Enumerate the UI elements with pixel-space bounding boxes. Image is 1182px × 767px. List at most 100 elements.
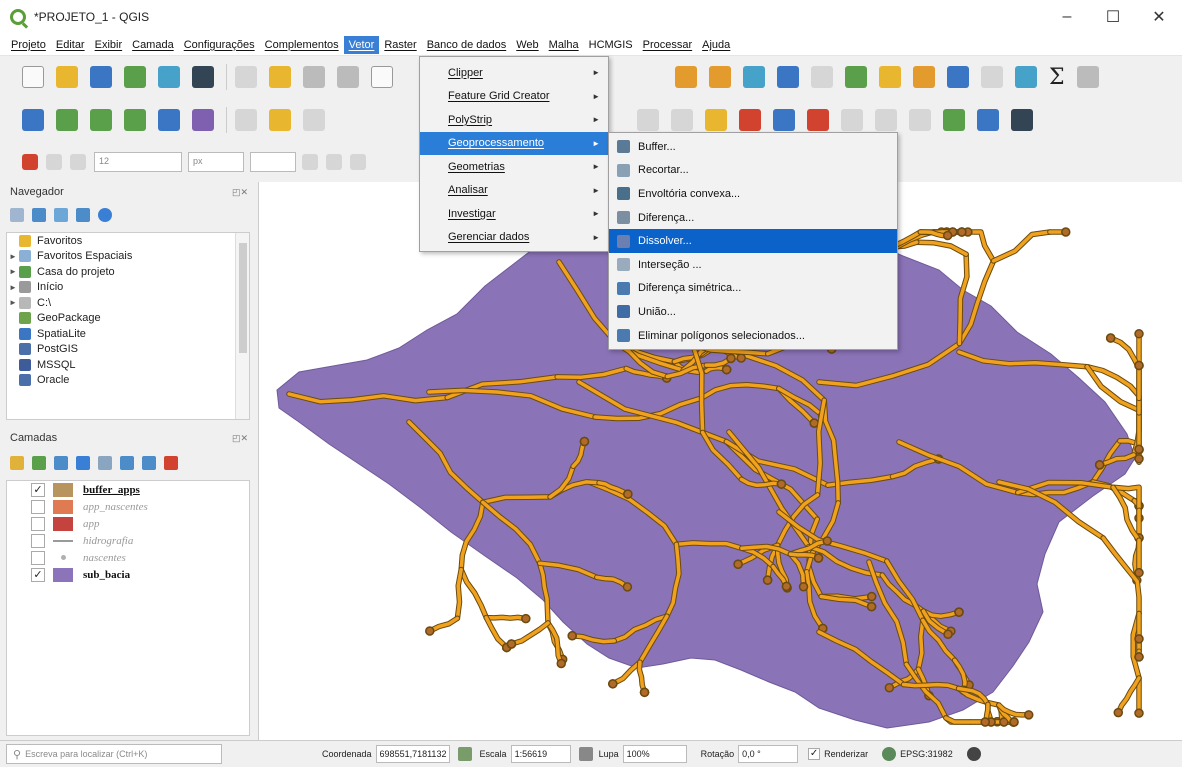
vetor-menu-analisar[interactable]: Analisar ► <box>420 179 608 203</box>
rotate-label-icon[interactable] <box>807 109 829 131</box>
render-checkbox[interactable]: ✓ <box>808 748 821 760</box>
new-project-icon[interactable] <box>22 66 44 88</box>
layer-visibility-checkbox[interactable] <box>31 550 45 565</box>
select-by-value-icon[interactable] <box>845 66 867 88</box>
maximize-button[interactable]: ☐ <box>1090 0 1136 34</box>
open-styling-icon[interactable] <box>10 456 24 470</box>
layer-visibility-checkbox[interactable] <box>31 516 45 531</box>
filter-expression-icon[interactable] <box>98 456 112 470</box>
save-edits-icon[interactable] <box>303 109 325 131</box>
refresh-icon[interactable] <box>743 66 765 88</box>
menu-exibir[interactable]: Exibir <box>90 36 128 54</box>
menu-processar[interactable]: Processar <box>638 36 698 54</box>
zoom-out-icon[interactable] <box>337 66 359 88</box>
layer-item[interactable]: hidrografia <box>7 532 249 549</box>
new-geopackage-layer-icon[interactable] <box>56 109 78 131</box>
help-icon[interactable] <box>1011 109 1033 131</box>
vetor-menu-clipper[interactable]: Clipper ► <box>420 61 608 85</box>
manage-visibility-icon[interactable] <box>54 456 68 470</box>
save-project-icon[interactable] <box>90 66 112 88</box>
add-group-icon[interactable] <box>32 456 46 470</box>
zoom-last-icon[interactable] <box>709 66 731 88</box>
crs-globe-icon[interactable] <box>882 747 897 761</box>
menu-ajuda[interactable]: Ajuda <box>697 36 735 54</box>
intersection-snap-icon[interactable] <box>350 154 366 170</box>
geo-menu-recortar[interactable]: Recortar... <box>609 159 897 183</box>
expand-all-icon[interactable] <box>120 456 134 470</box>
move-label-icon[interactable] <box>773 109 795 131</box>
navigator-item[interactable]: ► C:\ <box>7 295 249 311</box>
filter-icon[interactable] <box>54 208 68 222</box>
navigator-item[interactable]: SpatiaLite <box>7 326 249 342</box>
filter-legend-icon[interactable] <box>76 456 90 470</box>
menu-hcmgis[interactable]: HCMGIS <box>584 36 638 54</box>
panel-dock-controls[interactable]: ◰✕ <box>232 187 248 198</box>
menu-projeto[interactable]: Projeto <box>6 36 51 54</box>
menu-camada[interactable]: Camada <box>127 36 179 54</box>
menu-malha[interactable]: Malha <box>544 36 584 54</box>
navigator-item[interactable]: Favoritos <box>7 233 249 249</box>
layer-visibility-checkbox[interactable]: ✓ <box>31 482 45 497</box>
geo-menu-envoltoria-convexa[interactable]: Envoltória convexa... <box>609 182 897 206</box>
crs-label[interactable]: EPSG:31982 <box>900 749 953 759</box>
menu-raster[interactable]: Raster <box>379 36 421 54</box>
navigator-item[interactable]: Oracle <box>7 373 249 389</box>
show-labels-icon[interactable] <box>875 109 897 131</box>
info-icon[interactable] <box>98 208 112 222</box>
lock-icon[interactable] <box>578 747 593 761</box>
layer-visibility-checkbox[interactable] <box>31 499 45 514</box>
identify-icon[interactable] <box>777 66 799 88</box>
locator-search-input[interactable]: ⚲ Escreva para localizar (Ctrl+K) <box>6 744 222 764</box>
geo-menu-diferenca-simetrica[interactable]: Diferença simétrica... <box>609 277 897 301</box>
coordinate-field[interactable]: 698551,7181132 <box>375 745 450 763</box>
minimize-button[interactable]: – <box>1044 0 1090 34</box>
label-tool-icon[interactable] <box>637 109 659 131</box>
rotation-field[interactable]: 0,0 ° <box>738 745 799 763</box>
change-label-icon[interactable] <box>841 109 863 131</box>
field-calculator-icon[interactable] <box>913 66 935 88</box>
close-button[interactable]: ✕ <box>1136 0 1182 34</box>
layer-item[interactable]: app_nascentes <box>7 498 249 515</box>
select-icon[interactable] <box>811 66 833 88</box>
add-raster-layer-icon[interactable] <box>124 109 146 131</box>
vetor-menu-gerenciar-dados[interactable]: Gerenciar dados ► <box>420 226 608 250</box>
vetor-menu-polystrip[interactable]: PolyStrip ► <box>420 108 608 132</box>
pan-icon[interactable] <box>235 66 257 88</box>
layer-visibility-checkbox[interactable] <box>31 533 45 548</box>
magnifier-field[interactable]: 100% <box>622 745 687 763</box>
collapse-all-icon[interactable] <box>142 456 156 470</box>
zoom-layer-icon[interactable] <box>675 66 697 88</box>
geo-menu-dissolver[interactable]: Dissolver... <box>609 229 897 253</box>
open-project-icon[interactable] <box>56 66 78 88</box>
toggle-editing-icon[interactable] <box>269 109 291 131</box>
expand-arrow-icon[interactable]: ► <box>7 252 19 261</box>
data-source-manager-icon[interactable] <box>22 109 44 131</box>
expand-arrow-icon[interactable]: ► <box>7 298 19 307</box>
sum-icon[interactable]: Σ <box>1049 65 1065 90</box>
navigator-item[interactable]: PostGIS <box>7 342 249 358</box>
navigator-item[interactable]: ► Início <box>7 280 249 296</box>
statistics-icon[interactable] <box>981 66 1003 88</box>
geo-menu-buffer[interactable]: Buffer... <box>609 135 897 159</box>
attribute-table-icon[interactable] <box>947 66 969 88</box>
label-highlight-icon[interactable] <box>705 109 727 131</box>
collapse-all-icon[interactable] <box>76 208 90 222</box>
style-manager-icon[interactable] <box>192 66 214 88</box>
processing-toolbox-icon[interactable] <box>1015 66 1037 88</box>
print-layout-icon[interactable] <box>158 66 180 88</box>
layer-visibility-checkbox[interactable]: ✓ <box>31 567 45 582</box>
pan-to-selection-icon[interactable] <box>269 66 291 88</box>
pin-label-icon[interactable] <box>671 109 693 131</box>
menu-banco-de-dados[interactable]: Banco de dados <box>422 36 512 54</box>
navigator-scrollbar[interactable] <box>235 233 249 419</box>
snap-segment-icon[interactable] <box>70 154 86 170</box>
layer-item[interactable]: app <box>7 515 249 532</box>
add-postgis-layer-icon[interactable] <box>158 109 180 131</box>
navigator-item[interactable]: MSSQL <box>7 357 249 373</box>
geo-menu-eliminar-poligonos-selecionados[interactable]: Eliminar polígonos selecionados... <box>609 324 897 348</box>
zoom-in-icon[interactable] <box>303 66 325 88</box>
expand-arrow-icon[interactable]: ► <box>7 267 19 276</box>
hide-labels-icon[interactable] <box>909 109 931 131</box>
panel-dock-controls[interactable]: ◰✕ <box>232 433 248 444</box>
layer-item[interactable]: ✓ sub_bacia <box>7 566 249 583</box>
